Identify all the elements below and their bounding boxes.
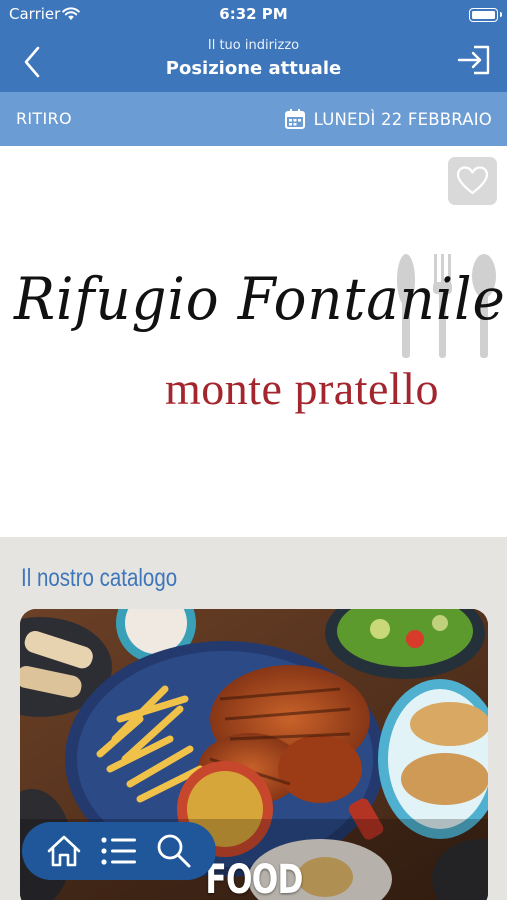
address-subtitle: Il tuo indirizzo — [207, 38, 300, 53]
search-icon — [157, 834, 191, 868]
restaurant-logo-subtitle: monte pratello — [165, 363, 439, 414]
selected-date: LUNEDÌ 22 FEBBRAIO — [313, 109, 492, 129]
home-icon — [47, 835, 80, 867]
calendar-icon — [284, 109, 305, 129]
heart-icon — [456, 166, 489, 195]
bottom-tab-bar — [22, 822, 216, 880]
list-icon — [101, 837, 136, 865]
favorite-button[interactable] — [448, 157, 497, 205]
login-icon — [457, 45, 490, 75]
clock: 6:32 PM — [219, 5, 288, 23]
catalog-section-title: Il nostro catalogo — [21, 564, 178, 592]
search-tab-button[interactable] — [153, 830, 195, 872]
date-selector[interactable]: LUNEDÌ 22 FEBBRAIO — [284, 108, 492, 130]
list-tab-button[interactable] — [98, 830, 140, 872]
restaurant-logo-name: Rifugio Fontanile — [14, 265, 506, 333]
order-options-bar: RITIRO LUNEDÌ 22 FEBBRAIO — [0, 92, 507, 146]
navigation-bar: Il tuo indirizzo Posizione attuale — [0, 30, 507, 92]
battery-icon — [469, 8, 502, 22]
login-button[interactable] — [455, 42, 495, 78]
status-bar: Carrier 6:32 PM — [0, 0, 507, 30]
home-tab-button[interactable] — [43, 830, 85, 872]
pickup-mode-selector[interactable]: RITIRO — [16, 109, 72, 128]
page-title[interactable]: Posizione attuale — [0, 58, 507, 79]
